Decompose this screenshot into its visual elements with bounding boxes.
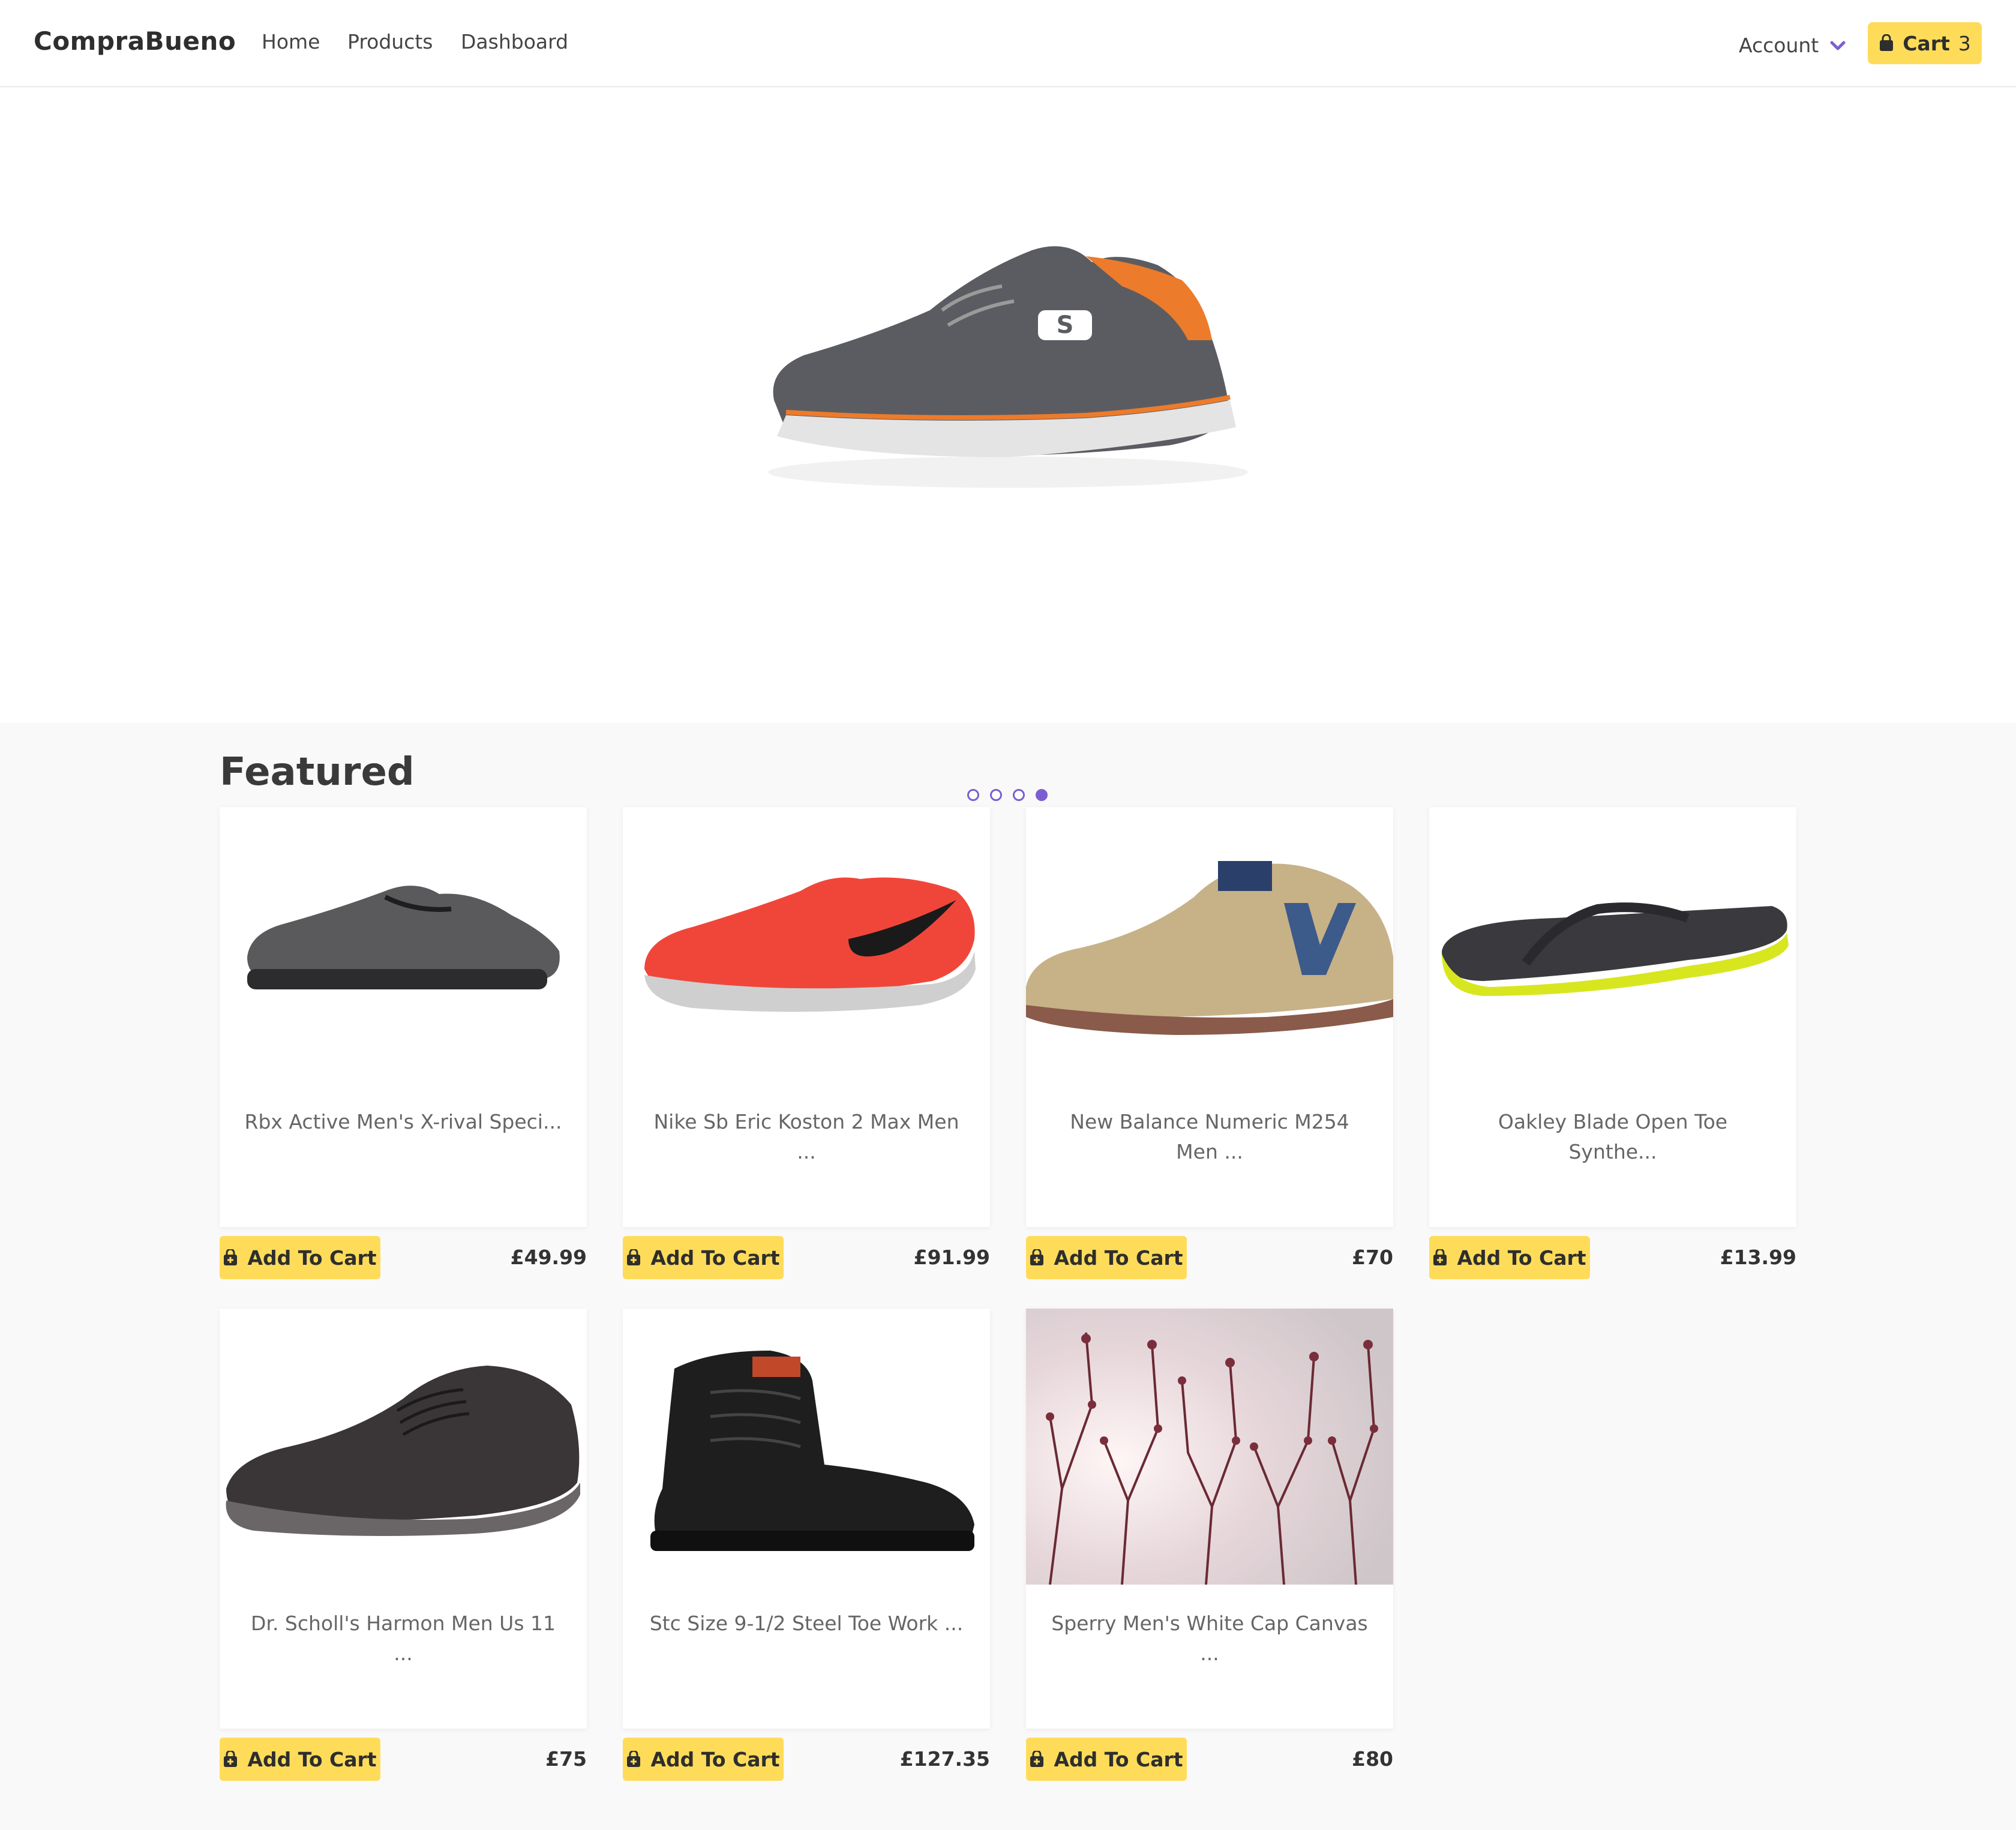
product-image[interactable] [623, 807, 990, 1083]
product-image[interactable] [1026, 807, 1393, 1083]
shoe-image-nike [644, 877, 976, 1012]
account-dropdown[interactable]: Account [1739, 34, 1846, 57]
add-to-cart-button[interactable]: Add To Cart [220, 1236, 380, 1279]
cart-plus-icon [1030, 1249, 1044, 1265]
shoe-image-dr-scholls [226, 1366, 581, 1536]
product-name[interactable]: Stc Size 9-1/2 Steel Toe Work ... [647, 1609, 966, 1639]
product-card[interactable]: Sperry Men's White Cap Canvas ... [1026, 1309, 1393, 1729]
shoe-image-new-balance [1026, 861, 1393, 1035]
product-name[interactable]: Dr. Scholl's Harmon Men Us 11 ... [244, 1609, 563, 1669]
product-image[interactable] [1429, 807, 1796, 1083]
product-card[interactable]: Oakley Blade Open Toe Synthe... [1429, 807, 1796, 1227]
placeholder-branches-image [1026, 1309, 1393, 1585]
product-price: £70 [1352, 1246, 1393, 1269]
product-name[interactable]: Sperry Men's White Cap Canvas ... [1050, 1609, 1369, 1669]
cart-plus-icon [1433, 1249, 1447, 1265]
product-card[interactable]: Dr. Scholl's Harmon Men Us 11 ... [220, 1309, 587, 1729]
cart-count: 3 [1958, 31, 1971, 55]
shopping-bag-icon [1880, 34, 1894, 51]
product-image[interactable] [220, 1309, 587, 1585]
add-to-cart-button[interactable]: Add To Cart [1429, 1236, 1590, 1279]
cart-plus-icon [224, 1751, 238, 1767]
nav-link-dashboard[interactable]: Dashboard [461, 30, 568, 53]
hero-shoe-image: S [768, 246, 1248, 488]
carousel-dot-1[interactable] [967, 789, 979, 801]
product-card[interactable]: New Balance Numeric M254 Men ... [1026, 807, 1393, 1227]
cart-button[interactable]: Cart 3 [1868, 22, 1982, 64]
product-price: £127.35 [899, 1747, 990, 1771]
chevron-down-icon [1830, 41, 1846, 50]
product-image[interactable] [220, 807, 587, 1083]
product-name[interactable]: Oakley Blade Open Toe Synthe... [1453, 1107, 1772, 1167]
product-name[interactable]: Nike Sb Eric Koston 2 Max Men ... [647, 1107, 966, 1167]
add-to-cart-button[interactable]: Add To Cart [1026, 1738, 1187, 1781]
product-image[interactable] [623, 1309, 990, 1585]
carousel-dot-4[interactable] [1036, 789, 1048, 801]
add-to-cart-button[interactable]: Add To Cart [1026, 1236, 1187, 1279]
carousel-dot-2[interactable] [990, 789, 1002, 801]
nav-link-home[interactable]: Home [262, 30, 320, 53]
product-price: £75 [545, 1747, 587, 1771]
add-to-cart-button[interactable]: Add To Cart [623, 1236, 784, 1279]
shoe-image-rbx [247, 886, 560, 989]
product-image[interactable] [1026, 1309, 1393, 1585]
cart-plus-icon [224, 1249, 238, 1265]
carousel-indicators [967, 789, 1048, 801]
top-navbar: CompraBueno Home Products Dashboard Acco… [0, 0, 2016, 87]
cart-plus-icon [627, 1751, 641, 1767]
product-card[interactable]: Rbx Active Men's X-rival Speci... [220, 807, 587, 1227]
product-price: £80 [1352, 1747, 1393, 1771]
carousel-dot-3[interactable] [1013, 789, 1025, 801]
featured-heading: Featured [220, 750, 415, 794]
cart-label: Cart [1903, 31, 1950, 55]
product-price: £13.99 [1720, 1246, 1796, 1269]
hero-carousel: S [0, 88, 2016, 801]
product-card[interactable]: Stc Size 9-1/2 Steel Toe Work ... [623, 1309, 990, 1729]
sandal-image-oakley [1442, 902, 1789, 996]
add-to-cart-button[interactable]: Add To Cart [220, 1738, 380, 1781]
product-card[interactable]: Nike Sb Eric Koston 2 Max Men ... [623, 807, 990, 1227]
product-name[interactable]: New Balance Numeric M254 Men ... [1050, 1107, 1369, 1167]
product-price: £49.99 [510, 1246, 587, 1269]
product-price: £91.99 [913, 1246, 990, 1269]
account-label: Account [1739, 34, 1819, 57]
brand-logo[interactable]: CompraBueno [34, 26, 236, 56]
cart-plus-icon [627, 1249, 641, 1265]
add-to-cart-button[interactable]: Add To Cart [623, 1738, 784, 1781]
svg-text:S: S [1057, 311, 1074, 339]
cart-plus-icon [1030, 1751, 1044, 1767]
product-name[interactable]: Rbx Active Men's X-rival Speci... [244, 1107, 563, 1137]
boot-image-stc [650, 1351, 974, 1551]
nav-link-products[interactable]: Products [347, 30, 433, 53]
